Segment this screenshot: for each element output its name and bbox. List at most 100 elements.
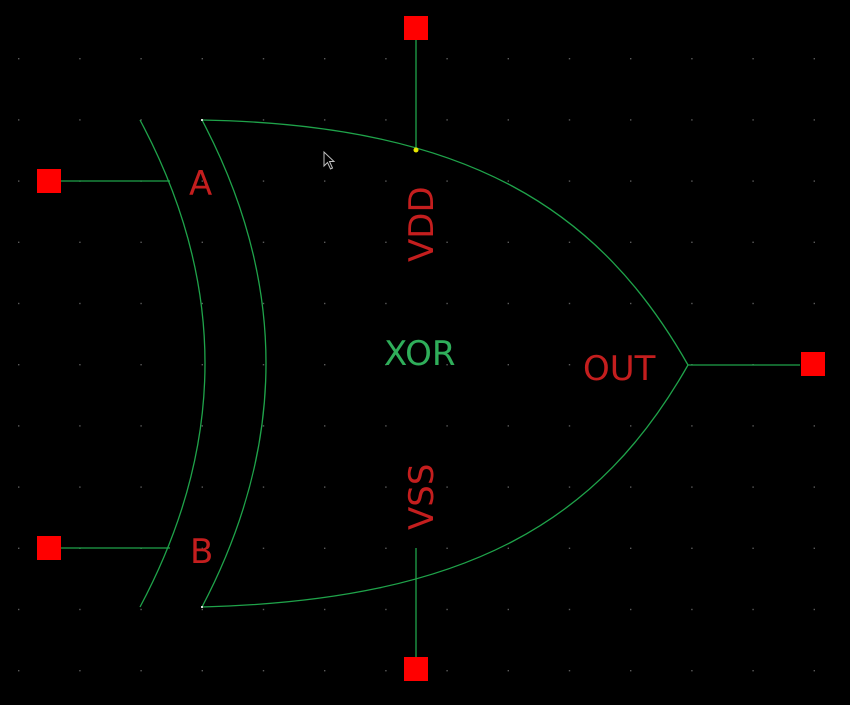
grid-dot	[691, 670, 693, 672]
grid-dot	[385, 486, 387, 488]
grid-dot	[324, 58, 326, 60]
pin-terminal-b[interactable]	[37, 536, 61, 560]
grid-dot	[385, 119, 387, 121]
grid-dot	[507, 302, 509, 305]
grid-dot	[507, 547, 509, 549]
pin-label-a: A	[189, 164, 212, 204]
grid-dot	[691, 608, 693, 611]
grid-dot	[752, 547, 754, 549]
grid-dot	[18, 58, 20, 60]
grid-dot	[813, 58, 815, 60]
grid-dot	[630, 119, 632, 121]
grid-dot	[385, 425, 387, 427]
grid-dot	[813, 486, 815, 488]
grid-dot	[385, 58, 387, 60]
grid-dot	[568, 241, 571, 243]
grid-dot	[18, 425, 20, 427]
grid-dot	[446, 425, 448, 427]
grid-dot	[79, 364, 81, 366]
grid-dot	[507, 119, 509, 121]
grid-dot	[752, 119, 754, 121]
grid-dot	[201, 425, 203, 427]
grid-dot	[691, 119, 693, 121]
grid-dot	[201, 58, 203, 60]
grid-dot	[691, 425, 693, 427]
grid-dot	[262, 119, 265, 121]
grid-dot	[18, 364, 20, 366]
grid-dot	[752, 241, 754, 243]
grid-dot	[568, 547, 571, 549]
cell-name-label: XOR	[384, 334, 456, 374]
pin-terminal-vdd[interactable]	[404, 16, 428, 40]
grid-dot	[324, 241, 326, 243]
grid-dot	[140, 425, 142, 427]
grid-dot	[568, 58, 571, 60]
grid-dot	[18, 486, 20, 488]
grid-dot	[201, 302, 203, 305]
grid-dot	[79, 119, 81, 121]
grid-dot	[446, 608, 448, 611]
grid-dot	[507, 608, 509, 611]
grid-dot	[262, 486, 265, 488]
grid-dot	[752, 58, 754, 60]
grid-dot	[262, 364, 265, 366]
grid-dot	[813, 241, 815, 243]
grid-dot	[201, 670, 203, 672]
grid-dot	[691, 241, 693, 243]
grid-dot	[691, 486, 693, 488]
pin-terminal-a[interactable]	[37, 169, 61, 193]
grid-dot	[630, 302, 632, 305]
grid-dot	[568, 608, 571, 611]
grid-dot	[262, 180, 265, 182]
grid-dot	[324, 364, 326, 366]
grid-dot	[630, 180, 632, 182]
grid-dot	[568, 425, 571, 427]
grid-dot	[752, 608, 754, 611]
grid-dot	[630, 486, 632, 488]
grid-dot	[385, 180, 387, 182]
grid-dot	[140, 302, 142, 305]
grid-dot	[568, 180, 571, 182]
grid-dot	[79, 302, 81, 305]
grid-dot	[630, 547, 632, 549]
grid-dot	[691, 180, 693, 182]
grid-dot	[507, 486, 509, 488]
grid-dot	[18, 670, 20, 672]
grid-dot	[691, 302, 693, 305]
grid-dot	[18, 302, 20, 305]
grid-dot	[691, 547, 693, 549]
grid-dot	[324, 486, 326, 488]
grid-dot	[813, 425, 815, 427]
grid-dot	[752, 425, 754, 427]
grid-dot	[324, 119, 326, 121]
grid-dot	[813, 608, 815, 611]
grid-dot	[262, 58, 265, 60]
grid-dot	[201, 364, 203, 366]
schematic-canvas[interactable]: A B VDD VSS OUT XOR	[0, 0, 850, 705]
grid-dot	[691, 58, 693, 60]
pin-terminal-vss[interactable]	[404, 657, 428, 681]
grid-dot	[568, 302, 571, 305]
pin-label-out: OUT	[583, 349, 656, 389]
grid-dot	[568, 486, 571, 488]
pin-label-vdd: VDD	[402, 186, 442, 262]
grid-dot	[385, 241, 387, 243]
grid-dot	[79, 670, 81, 672]
grid-dot	[324, 547, 326, 549]
grid-dot	[262, 241, 265, 243]
grid-dot	[630, 608, 632, 611]
grid-dot	[385, 547, 387, 549]
pin-terminal-out[interactable]	[801, 352, 825, 376]
grid-dot	[262, 670, 265, 672]
grid-dot	[324, 425, 326, 427]
grid-dot	[140, 608, 142, 611]
grid-dot	[446, 547, 448, 549]
grid-dot	[446, 180, 448, 182]
grid-dot	[79, 58, 81, 60]
grid-dot	[140, 241, 142, 243]
grid-dot	[140, 364, 142, 366]
grid-dot	[201, 486, 203, 488]
grid-dot	[507, 425, 509, 427]
grid-dot	[507, 364, 509, 366]
grid-dot	[446, 58, 448, 60]
